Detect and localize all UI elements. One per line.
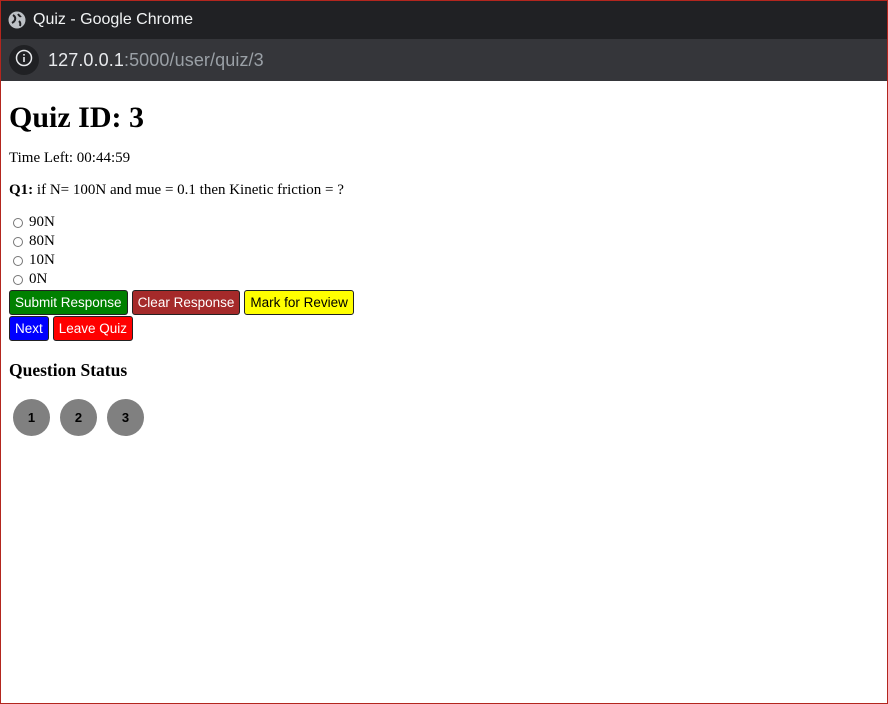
option-2-label: 80N xyxy=(29,233,55,249)
mark-for-review-button[interactable]: Mark for Review xyxy=(244,290,354,315)
option-1-radio[interactable] xyxy=(13,217,23,228)
answer-options: 90N 80N 10N 0N xyxy=(9,213,879,289)
page-content: Quiz ID: 3 Time Left: 00:44:59 Q1: if N=… xyxy=(1,101,887,436)
timer-label: Time Left: xyxy=(9,150,74,166)
option-3-label: 10N xyxy=(29,252,55,268)
clear-response-button[interactable]: Clear Response xyxy=(131,290,241,315)
submit-response-button[interactable]: Submit Response xyxy=(9,290,128,315)
url-path: :5000/user/quiz/3 xyxy=(123,49,264,70)
question-text: if N= 100N and mue = 0.1 then Kinetic fr… xyxy=(36,182,344,198)
question-status-3[interactable]: 3 xyxy=(107,399,144,436)
next-button[interactable]: Next xyxy=(9,316,49,341)
option-2[interactable]: 80N xyxy=(9,232,879,251)
address-bar[interactable]: 127.0.0.1:5000/user/quiz/3 xyxy=(1,39,887,81)
url-host: 127.0.0.1 xyxy=(48,49,124,70)
browser-window: Quiz - Google Chrome 127.0.0.1:5000/user… xyxy=(0,0,888,704)
url-text[interactable]: 127.0.0.1:5000/user/quiz/3 xyxy=(48,50,264,71)
action-buttons-row-1: Submit Response Clear Response Mark for … xyxy=(9,290,879,315)
option-1[interactable]: 90N xyxy=(9,213,879,232)
option-2-radio[interactable] xyxy=(13,236,23,247)
question-status-grid: 1 2 3 xyxy=(13,399,879,436)
leave-quiz-button[interactable]: Leave Quiz xyxy=(52,316,134,341)
option-4-radio[interactable] xyxy=(13,274,23,285)
question-status-heading: Question Status xyxy=(9,360,128,380)
timer: Time Left: 00:44:59 xyxy=(9,149,879,167)
site-info-button[interactable] xyxy=(9,45,39,75)
question-status-1[interactable]: 1 xyxy=(13,399,50,436)
option-4[interactable]: 0N xyxy=(9,270,879,289)
globe-icon xyxy=(8,11,26,29)
page-title: Quiz ID: 3 xyxy=(9,101,144,134)
info-icon xyxy=(15,49,33,72)
title-bar: Quiz - Google Chrome xyxy=(1,1,887,39)
action-buttons-row-2: Next Leave Quiz xyxy=(9,316,879,341)
option-4-label: 0N xyxy=(29,271,48,287)
question: Q1: if N= 100N and mue = 0.1 then Kineti… xyxy=(9,181,879,199)
option-1-label: 90N xyxy=(29,214,55,230)
timer-value: 00:44:59 xyxy=(76,150,131,166)
option-3-radio[interactable] xyxy=(13,255,23,266)
question-label: Q1: xyxy=(9,182,34,198)
question-status-2[interactable]: 2 xyxy=(60,399,97,436)
option-3[interactable]: 10N xyxy=(9,251,879,270)
window-title: Quiz - Google Chrome xyxy=(33,11,194,28)
